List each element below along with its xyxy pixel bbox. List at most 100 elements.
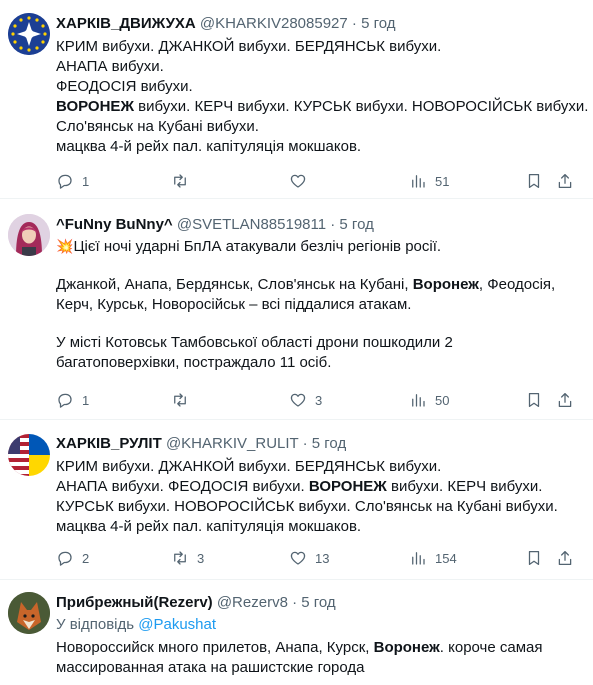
like-button[interactable]: 13 (289, 547, 329, 569)
tweet-line: АНАПА вибухи. ФЕОДОСІЯ вибухи. ВОРОНЕЖ в… (56, 477, 579, 497)
like-button[interactable]: 3 (289, 389, 322, 411)
timestamp[interactable]: 5 год (339, 216, 373, 233)
flags-avatar-icon (8, 434, 50, 476)
text: . короче самая (439, 639, 543, 656)
views-count: 51 (435, 173, 450, 189)
tweet-header: Прибрежный(Rezerv) @Rezerv8 · 5 год (56, 593, 336, 613)
views-icon (412, 552, 425, 565)
tweet-line: Керч, Курськ, Новоросійськ – всі піддали… (56, 296, 412, 313)
tweet[interactable]: ^FuNny BuNny^ @SVETLAN88519811 · 5 год 💥… (0, 199, 593, 420)
retweet-icon (174, 551, 186, 565)
bookmark-button[interactable] (525, 389, 543, 411)
timestamp[interactable]: 5 год (361, 15, 395, 32)
tweet-line: ФЕОДОСІЯ вибухи. (56, 78, 193, 95)
display-name[interactable]: Прибрежный(Rezerv) (56, 594, 213, 611)
tweet-text: КРИМ вибухи. ДЖАНКОЙ вибухи. БЕРДЯНСЬК в… (56, 37, 588, 157)
heart-icon (290, 551, 306, 565)
tweet-line: Новороссийск много прилетов, Анапа, Курс… (56, 638, 579, 658)
reply-count: 2 (82, 550, 90, 566)
tweet-header: ХАРКІВ_РУЛІТ @KHARKIV_RULIT · 5 год (56, 434, 346, 454)
share-button[interactable] (556, 170, 574, 192)
display-name[interactable]: ХАРКІВ_ДВИЖУХА (56, 15, 196, 32)
reply-button[interactable]: 1 (56, 389, 89, 411)
tweet-actions: 1 3 50 (56, 389, 579, 411)
tweet-line: У місті Котовськ Тамбовської області дро… (56, 334, 453, 351)
share-button[interactable] (556, 389, 574, 411)
text: АНАПА вибухи. ФЕОДОСІЯ вибухи. (56, 478, 309, 495)
text: вибухи. КЕРЧ вибухи. КУРСЬК вибухи. НОВО… (134, 98, 589, 115)
tweet-header: ХАРКІВ_ДВИЖУХА @KHARKIV28085927 · 5 год (56, 14, 396, 34)
reply-button[interactable]: 1 (56, 170, 89, 192)
tweet-line: 💥Цієї ночі ударні БпЛА атакували безліч … (56, 236, 579, 257)
handle[interactable]: @Rezerv8 (217, 594, 288, 611)
views-button[interactable]: 50 (409, 389, 449, 411)
heart-icon (290, 174, 306, 188)
bold-text: ВОРОНЕЖ (56, 98, 134, 115)
tweet-header: ^FuNny BuNny^ @SVETLAN88519811 · 5 год (56, 215, 374, 235)
heart-icon (290, 393, 306, 407)
like-count: 3 (315, 392, 323, 408)
tweet[interactable]: Прибрежный(Rezerv) @Rezerv8 · 5 год У ві… (0, 580, 593, 685)
tweet-line: Джанкой, Анапа, Бердянськ, Слов'янськ на… (56, 275, 579, 295)
separator: · (292, 594, 298, 611)
retweet-button[interactable] (171, 389, 197, 411)
reply-count: 1 (82, 173, 90, 189)
tweet-line: мацква 4-й рейх пал. капітуляція мокшако… (56, 138, 362, 155)
text: вибухи. КЕРЧ вибухи. (386, 478, 543, 495)
tweet[interactable]: ХАРКІВ_ДВИЖУХА @KHARKIV28085927 · 5 год … (0, 0, 593, 199)
nato-eu-avatar-icon (8, 13, 50, 55)
display-name[interactable]: ^FuNny BuNny^ (56, 216, 173, 233)
tweet-line: КРИМ вибухи. ДЖАНКОЙ вибухи. БЕРДЯНСЬК в… (56, 38, 442, 55)
timestamp[interactable]: 5 год (301, 594, 335, 611)
reply-to-line: У відповідь @Pakushat (56, 615, 579, 635)
bookmark-icon (528, 550, 540, 566)
avatar[interactable] (8, 592, 50, 634)
like-button[interactable] (289, 170, 315, 192)
handle[interactable]: @KHARKIV28085927 (200, 15, 348, 32)
share-icon (558, 550, 572, 566)
tweet-line: Сло'вянськ на Кубані вибухи. (56, 118, 259, 135)
separator: · (302, 435, 308, 452)
share-icon (558, 392, 572, 408)
fox-avatar-icon (8, 592, 50, 634)
retweet-icon (174, 393, 186, 407)
bold-text: Воронеж (373, 639, 440, 656)
reply-to-handle-link[interactable]: @Pakushat (138, 616, 216, 633)
views-count: 50 (435, 392, 450, 408)
handle[interactable]: @KHARKIV_RULIT (166, 435, 299, 452)
user-photo-icon (8, 214, 50, 256)
like-count: 13 (315, 550, 330, 566)
avatar[interactable] (8, 434, 50, 476)
handle[interactable]: @SVETLAN88519811 (177, 216, 326, 233)
avatar[interactable] (8, 13, 50, 55)
collision-emoji-icon: 💥 (56, 238, 74, 254)
views-button[interactable]: 154 (409, 547, 457, 569)
bookmark-button[interactable] (525, 170, 543, 192)
display-name[interactable]: ХАРКІВ_РУЛІТ (56, 435, 162, 452)
share-button[interactable] (556, 547, 574, 569)
retweet-icon (174, 174, 186, 188)
tweet-line: КРИМ вибухи. ДЖАНКОЙ вибухи. БЕРДЯНСЬК в… (56, 458, 442, 475)
tweet-actions: 1 51 (56, 170, 579, 192)
bold-text: Воронеж (412, 276, 479, 293)
views-button[interactable]: 51 (409, 170, 449, 192)
tweet[interactable]: ХАРКІВ_РУЛІТ @KHARKIV_RULIT · 5 год КРИМ… (0, 420, 593, 580)
text: , Феодосія, (478, 276, 556, 293)
text: Джанкой, Анапа, Бердянськ, Слов'янськ на… (56, 276, 413, 293)
share-icon (558, 173, 572, 189)
retweet-button[interactable]: 3 (171, 547, 204, 569)
separator: · (351, 15, 357, 32)
reply-icon (58, 393, 72, 408)
retweet-button[interactable] (171, 170, 197, 192)
reply-button[interactable]: 2 (56, 547, 89, 569)
tweet-line: массированная атака на рашистские города (56, 659, 365, 676)
retweet-count: 3 (197, 550, 205, 566)
text: Цієї ночі ударні БпЛА атакували безліч р… (73, 238, 442, 255)
bookmark-button[interactable] (525, 547, 543, 569)
tweet-line: ВОРОНЕЖ вибухи. КЕРЧ вибухи. КУРСЬК вибу… (56, 97, 588, 117)
reply-count: 1 (82, 392, 90, 408)
timestamp[interactable]: 5 год (312, 435, 346, 452)
reply-icon (58, 551, 72, 566)
avatar[interactable] (8, 214, 50, 256)
